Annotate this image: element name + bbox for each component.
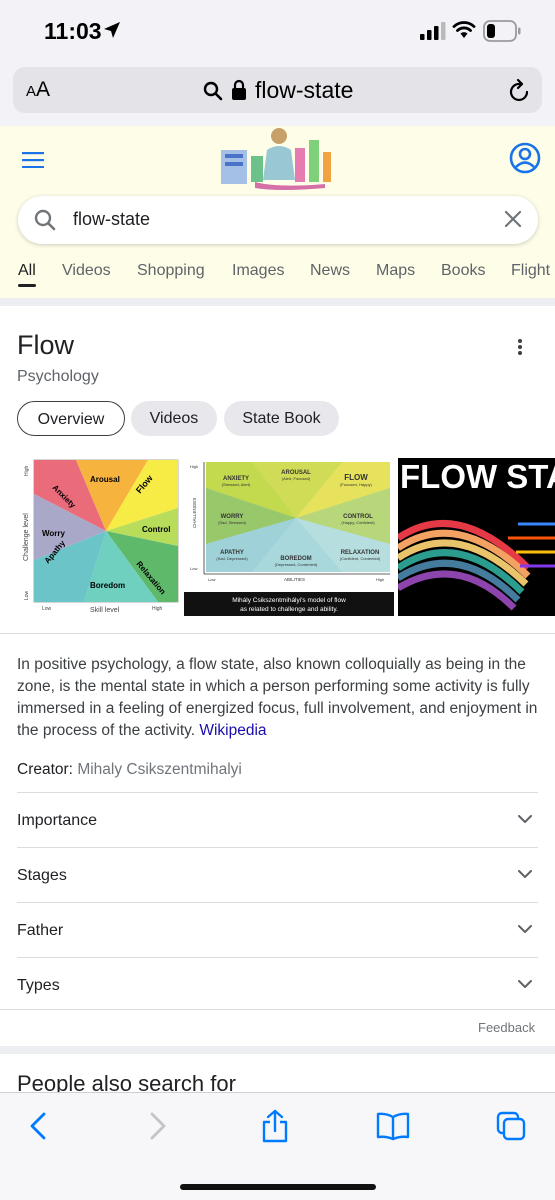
chip-state-book[interactable]: State Book	[224, 401, 339, 436]
tab-flights[interactable]: Flight	[511, 262, 550, 280]
chevron-down-icon	[518, 870, 532, 878]
wikipedia-link[interactable]: Wikipedia	[199, 722, 266, 739]
search-box[interactable]: flow-state	[18, 196, 538, 244]
model-cell-sub: (Sad, Stressed)	[218, 520, 246, 525]
accordion-label: Father	[17, 922, 64, 939]
accordion-stages[interactable]: Stages	[17, 847, 538, 902]
tabs-icon[interactable]	[496, 1111, 526, 1141]
tab-maps[interactable]: Maps	[376, 262, 415, 280]
forward-icon[interactable]	[148, 1111, 168, 1141]
divider	[0, 633, 555, 634]
search-tabs: All Videos Shopping Images News Maps Boo…	[0, 258, 555, 294]
search-icon	[34, 209, 56, 231]
section-divider	[0, 1046, 555, 1054]
battery-icon	[483, 20, 521, 42]
accordion-label: Importance	[17, 812, 98, 829]
search-input[interactable]: flow-state	[73, 209, 150, 230]
model-caption: Mihály Csikszentmihályi's model of flow	[232, 597, 346, 604]
chip-overview[interactable]: Overview	[17, 401, 125, 436]
more-options-icon[interactable]	[516, 338, 524, 356]
model-caption: as related to challenge and ability.	[240, 606, 338, 613]
section-divider	[0, 298, 555, 306]
panel-title: Flow	[17, 330, 75, 360]
tab-shopping[interactable]: Shopping	[137, 262, 205, 280]
chevron-down-icon	[518, 980, 532, 988]
chevron-down-icon	[518, 925, 532, 933]
chevron-down-icon	[518, 815, 532, 823]
axis-label: Skill level	[90, 607, 120, 614]
accordion-importance[interactable]: Importance	[17, 792, 538, 847]
accordion-types[interactable]: Types	[17, 957, 538, 1012]
clear-search-icon[interactable]	[504, 210, 522, 228]
model-axis-x: ABILITIES	[284, 577, 305, 582]
wheel-label: Boredom	[90, 581, 125, 590]
image-flow-wheel[interactable]: Arousal Flow Control Relaxation Boredom …	[18, 456, 180, 616]
creator-line: Creator: Mihaly Csikszentmihalyi	[17, 761, 242, 779]
model-cell-sub: (Depressed, Contented)	[275, 562, 318, 567]
reload-icon[interactable]	[509, 79, 531, 103]
chip-videos[interactable]: Videos	[131, 401, 217, 436]
url-text[interactable]: flow-state	[255, 77, 353, 104]
url-bar-container: AA flow-state	[0, 62, 555, 126]
model-cell-sub: (Focused, Happy)	[340, 482, 372, 487]
wheel-label: Worry	[42, 529, 66, 538]
wifi-icon	[452, 21, 476, 38]
search-icon	[203, 81, 223, 101]
hamburger-menu-icon[interactable]	[22, 152, 44, 168]
location-arrow-icon	[104, 22, 120, 38]
feedback-link[interactable]: Feedback	[478, 1020, 535, 1035]
google-header: flow-state All Videos Shopping Images Ne…	[0, 126, 555, 298]
model-axis-tick: High	[190, 464, 198, 469]
model-axis-y: CHALLENGES	[192, 498, 197, 528]
active-tab-indicator	[18, 284, 36, 287]
google-doodle[interactable]	[215, 126, 339, 194]
image-flow-model[interactable]: ANXIETY (Stressed, Alert) AROUSAL (Alert…	[184, 458, 394, 616]
accordion-label: Types	[17, 977, 60, 994]
accordion-father[interactable]: Father	[17, 902, 538, 957]
cellular-signal-icon	[420, 22, 446, 40]
back-icon[interactable]	[28, 1111, 48, 1141]
panel-description: In positive psychology, a flow state, al…	[17, 654, 542, 742]
divider	[0, 1009, 555, 1010]
image-flow-state-poster[interactable]: FLOW STA	[398, 458, 555, 616]
axis-label: Challenge level	[23, 513, 30, 561]
tab-videos[interactable]: Videos	[62, 262, 111, 280]
wheel-label: Control	[142, 525, 170, 534]
share-icon[interactable]	[261, 1109, 289, 1143]
model-cell-title: FLOW	[344, 473, 368, 482]
accordion-label: Stages	[17, 867, 67, 884]
reader-text-size-button[interactable]: AA	[26, 78, 50, 102]
tab-books[interactable]: Books	[441, 262, 485, 280]
axis-tick: Low	[42, 606, 52, 612]
creator-label: Creator:	[17, 761, 73, 778]
account-icon[interactable]	[509, 142, 541, 174]
bookmarks-icon[interactable]	[376, 1111, 410, 1141]
model-cell-sub: (Happy, Confident)	[341, 520, 375, 525]
poster-text: FLOW STA	[400, 458, 555, 495]
tab-images[interactable]: Images	[232, 262, 284, 280]
status-bar: 11:03	[0, 0, 555, 62]
model-cell-sub: (Stressed, Alert)	[222, 482, 251, 487]
creator-value[interactable]: Mihaly Csikszentmihalyi	[77, 761, 242, 778]
model-axis-tick: Low	[190, 566, 197, 571]
home-indicator	[180, 1184, 376, 1190]
tab-all[interactable]: All	[18, 262, 36, 280]
axis-tick: High	[152, 606, 163, 612]
panel-subtitle: Psychology	[17, 368, 99, 385]
axis-tick: High	[24, 465, 30, 476]
model-cell-sub: (Confident, Contented)	[340, 556, 381, 561]
model-axis-tick: Low	[208, 577, 215, 582]
description-text: In positive psychology, a flow state, al…	[17, 656, 538, 739]
tab-news[interactable]: News	[310, 262, 350, 280]
status-time: 11:03	[44, 18, 102, 44]
model-cell-sub: (Sad, Depressed)	[216, 556, 248, 561]
model-cell-sub: (Alert, Focused)	[282, 476, 311, 481]
lock-icon	[232, 79, 246, 100]
axis-tick: Low	[24, 590, 30, 600]
url-bar[interactable]: AA flow-state	[13, 67, 542, 113]
model-axis-tick: High	[376, 577, 384, 582]
wheel-label: Arousal	[90, 475, 120, 484]
